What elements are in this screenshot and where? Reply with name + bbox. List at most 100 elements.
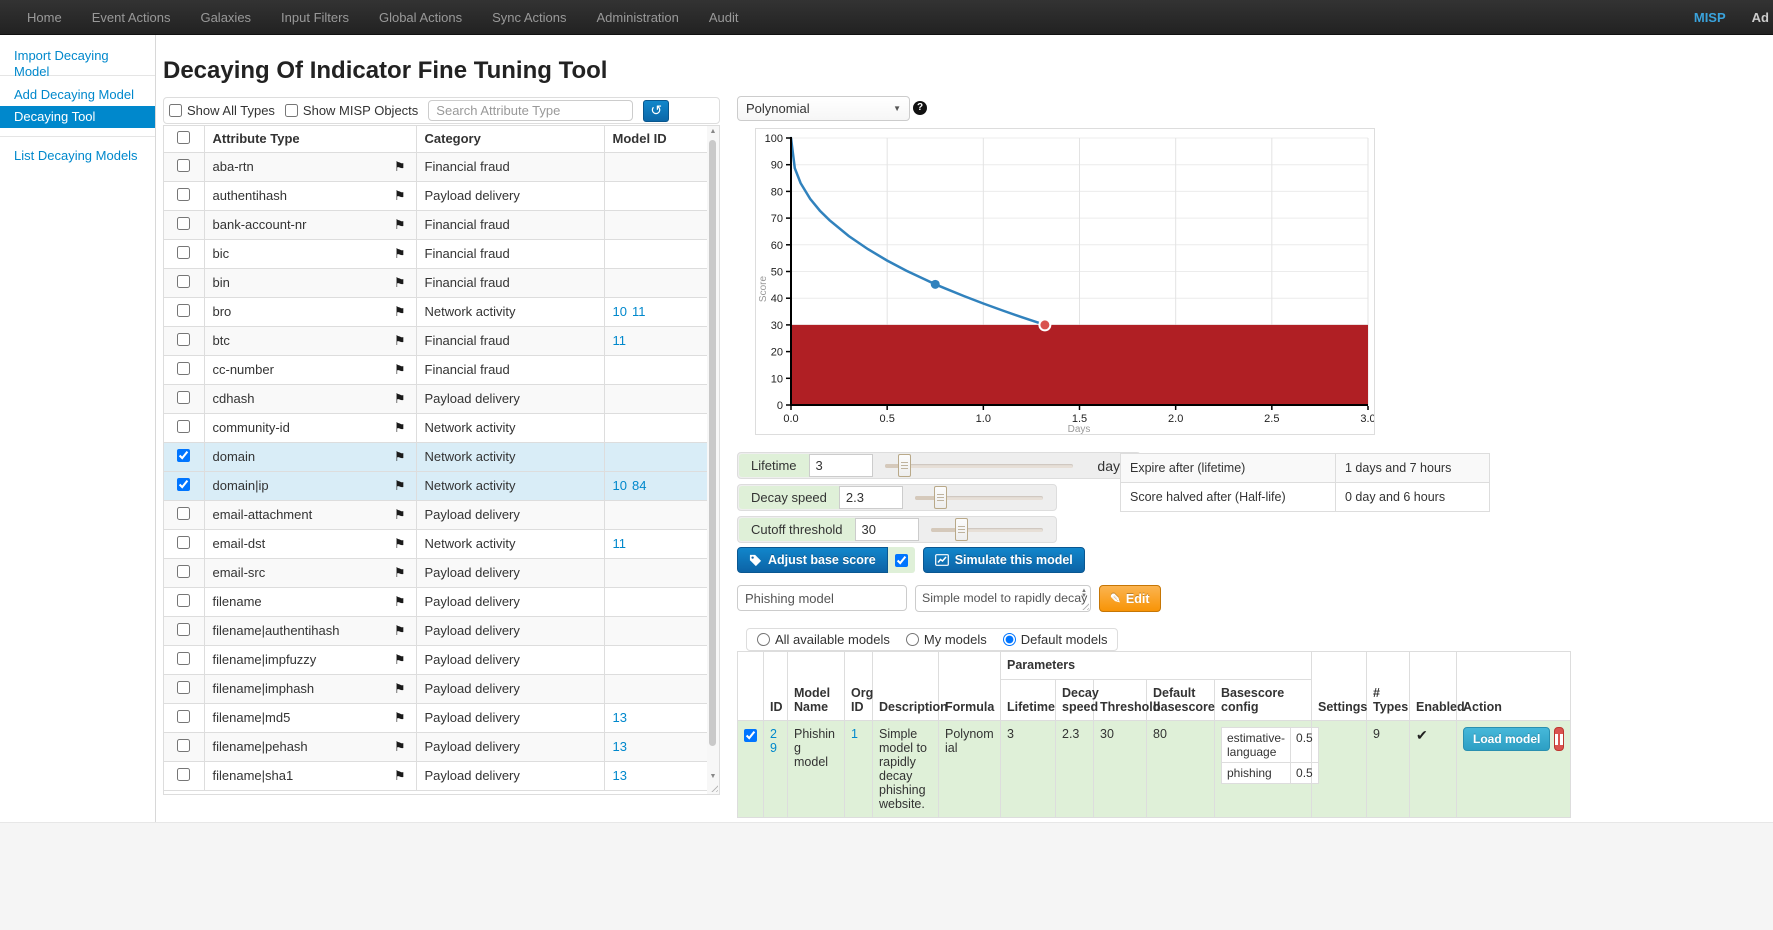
row-checkbox[interactable] (177, 710, 190, 723)
row-checkbox[interactable] (177, 449, 190, 462)
model-id-link[interactable]: 13 (613, 710, 627, 725)
scrollbar-thumb[interactable] (709, 140, 716, 746)
model-id-link[interactable]: 11 (613, 333, 627, 348)
col-lifetime[interactable]: Lifetime (1001, 680, 1056, 721)
flag-icon[interactable]: ⚑ (394, 217, 408, 233)
flag-icon[interactable]: ⚑ (394, 507, 408, 523)
flag-icon[interactable]: ⚑ (394, 391, 408, 407)
row-checkbox[interactable] (177, 536, 190, 549)
nav-item-event-actions[interactable]: Event Actions (77, 0, 186, 35)
decay-speed-slider[interactable] (915, 486, 1043, 509)
model-id-link[interactable]: 11 (613, 536, 627, 551)
sidebar-item-list-decaying-models[interactable]: List Decaying Models (0, 145, 155, 167)
row-checkbox[interactable] (177, 594, 190, 607)
row-checkbox[interactable] (177, 507, 190, 520)
lifetime-input[interactable] (809, 454, 873, 477)
model-id-link[interactable]: 13 (613, 768, 627, 783)
adjust-base-score-checkbox[interactable] (895, 554, 908, 567)
row-checkbox[interactable] (177, 478, 190, 491)
select-all-checkbox[interactable] (177, 131, 190, 144)
row-checkbox[interactable] (177, 768, 190, 781)
row-checkbox[interactable] (177, 304, 190, 317)
radio-input[interactable] (757, 633, 770, 646)
scroll-up-arrow-icon[interactable]: ▲ (707, 128, 719, 135)
radio-all-available-models[interactable]: All available models (757, 632, 890, 647)
slider-track[interactable] (931, 528, 1043, 532)
flag-icon[interactable]: ⚑ (394, 623, 408, 639)
flag-icon[interactable]: ⚑ (394, 159, 408, 175)
search-input[interactable] (428, 100, 633, 121)
row-checkbox[interactable] (177, 275, 190, 288)
model-description-textarea[interactable]: Simple model to rapidly decay ▲▼ (915, 585, 1091, 612)
row-checkbox[interactable] (177, 217, 190, 230)
refresh-button[interactable]: ↺ (643, 100, 669, 122)
flag-icon[interactable]: ⚑ (394, 710, 408, 726)
radio-default-models[interactable]: Default models (1003, 632, 1108, 647)
show-misp-objects-checkbox[interactable] (285, 104, 298, 117)
flag-icon[interactable]: ⚑ (394, 246, 408, 262)
flag-icon[interactable]: ⚑ (394, 333, 408, 349)
model-row-checkbox[interactable] (744, 729, 757, 742)
table-scrollbar[interactable]: ▲ ▼ (707, 126, 719, 794)
col-model-id[interactable]: Model ID (604, 126, 709, 152)
flag-icon[interactable]: ⚑ (394, 275, 408, 291)
org-id-link[interactable]: 1 (851, 727, 858, 741)
radio-my-models[interactable]: My models (906, 632, 987, 647)
scroll-down-arrow-icon[interactable]: ▼ (707, 773, 719, 780)
nav-item-audit[interactable]: Audit (694, 0, 754, 35)
row-checkbox[interactable] (177, 362, 190, 375)
flag-icon[interactable]: ⚑ (394, 362, 408, 378)
col-enabled[interactable]: Enabled (1410, 652, 1457, 721)
simulate-model-button[interactable]: Simulate this model (923, 547, 1085, 573)
flag-icon[interactable]: ⚑ (394, 420, 408, 436)
flag-icon[interactable]: ⚑ (394, 304, 408, 320)
sidebar-item-decaying-tool[interactable]: Decaying Tool (0, 106, 155, 128)
flag-icon[interactable]: ⚑ (394, 768, 408, 784)
col-model-name[interactable]: Model Name (788, 652, 845, 721)
col-action[interactable]: Action (1457, 652, 1571, 721)
nav-item-sync-actions[interactable]: Sync Actions (477, 0, 581, 35)
model-id-link[interactable]: 10 (613, 304, 627, 319)
flag-icon[interactable]: ⚑ (394, 478, 408, 494)
col-org-id[interactable]: Org ID (845, 652, 873, 721)
row-checkbox[interactable] (177, 188, 190, 201)
help-icon[interactable]: ? (913, 101, 927, 115)
col-decay-speed[interactable]: Decay speed (1056, 680, 1094, 721)
adjust-base-score-button[interactable]: Adjust base score (737, 547, 888, 573)
row-checkbox[interactable] (177, 246, 190, 259)
col-description[interactable]: Description (873, 652, 939, 721)
slider-track[interactable] (885, 464, 1074, 468)
col-default-basescore[interactable]: Default basescore (1147, 680, 1215, 721)
sidebar-item-add-decaying-model[interactable]: Add Decaying Model (0, 84, 155, 106)
flag-icon[interactable]: ⚑ (394, 739, 408, 755)
model-id-link[interactable]: 10 (613, 478, 627, 493)
row-checkbox[interactable] (177, 391, 190, 404)
radio-input[interactable] (1003, 633, 1016, 646)
nav-item-global-actions[interactable]: Global Actions (364, 0, 477, 35)
row-checkbox[interactable] (177, 333, 190, 346)
col-select[interactable] (738, 652, 764, 721)
flag-icon[interactable]: ⚑ (394, 536, 408, 552)
pause-model-button[interactable] (1554, 727, 1564, 751)
row-checkbox[interactable] (177, 565, 190, 578)
resize-grip[interactable] (709, 783, 718, 792)
row-checkbox[interactable] (177, 159, 190, 172)
model-name-input[interactable] (737, 585, 907, 611)
flag-icon[interactable]: ⚑ (394, 681, 408, 697)
col-id[interactable]: ID (764, 652, 788, 721)
slider-handle[interactable] (934, 486, 947, 509)
col-types[interactable]: # Types (1367, 652, 1410, 721)
show-all-types-option[interactable]: Show All Types (169, 103, 275, 118)
nav-item-input-filters[interactable]: Input Filters (266, 0, 364, 35)
load-model-button[interactable]: Load model (1463, 727, 1550, 751)
model-id-link[interactable]: 29 (770, 727, 777, 755)
flag-icon[interactable]: ⚑ (394, 565, 408, 581)
edit-model-button[interactable]: ✎ Edit (1099, 585, 1161, 612)
adjust-base-score-toggle[interactable] (888, 547, 915, 573)
col-formula[interactable]: Formula (939, 652, 1001, 721)
nav-item-home[interactable]: Home (12, 0, 77, 35)
flag-icon[interactable]: ⚑ (394, 652, 408, 668)
col-settings[interactable]: Settings (1312, 652, 1367, 721)
col-category[interactable]: Category (416, 126, 604, 152)
curve-point[interactable] (931, 280, 940, 289)
